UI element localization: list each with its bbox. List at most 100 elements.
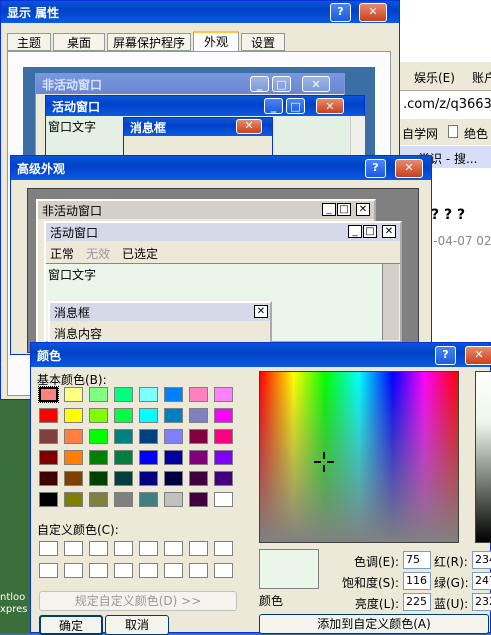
basic-color-swatch[interactable] <box>89 492 108 507</box>
basic-color-swatch[interactable] <box>139 492 158 507</box>
custom-color-swatch[interactable] <box>64 563 83 578</box>
custom-color-swatch[interactable] <box>214 541 233 556</box>
basic-color-swatch[interactable] <box>64 450 83 465</box>
basic-color-swatch[interactable] <box>39 429 58 444</box>
basic-color-swatch[interactable] <box>114 387 133 402</box>
basic-color-swatch[interactable] <box>64 492 83 507</box>
basic-color-swatch[interactable] <box>139 450 158 465</box>
basic-color-swatch[interactable] <box>164 450 183 465</box>
basic-color-swatch[interactable] <box>189 429 208 444</box>
basic-color-swatch[interactable] <box>89 450 108 465</box>
basic-color-swatch[interactable] <box>89 471 108 486</box>
basic-color-swatch[interactable] <box>164 429 183 444</box>
basic-color-swatch[interactable] <box>214 429 233 444</box>
basic-color-swatch[interactable] <box>189 408 208 423</box>
custom-color-swatch[interactable] <box>139 541 158 556</box>
basic-color-swatch[interactable] <box>39 471 58 486</box>
saturation-input[interactable]: 116 <box>403 572 431 590</box>
tab-settings[interactable]: 设置 <box>241 33 285 51</box>
basic-color-swatch[interactable] <box>39 450 58 465</box>
custom-color-swatch[interactable] <box>89 541 108 556</box>
basic-color-swatch[interactable] <box>114 492 133 507</box>
luminance-bar[interactable] <box>475 371 491 543</box>
menu-disabled[interactable]: 无效 <box>86 245 110 262</box>
help-button[interactable]: ? <box>330 3 351 22</box>
menu-selected[interactable]: 已选定 <box>122 245 158 262</box>
basic-color-swatch[interactable] <box>164 387 183 402</box>
basic-color-swatch[interactable] <box>214 492 233 507</box>
basic-color-swatch[interactable] <box>89 408 108 423</box>
basic-color-swatch[interactable] <box>114 471 133 486</box>
basic-color-swatch[interactable] <box>164 471 183 486</box>
tab-desktop[interactable]: 桌面 <box>53 33 105 51</box>
basic-color-swatch[interactable] <box>114 408 133 423</box>
tab-themes[interactable]: 主题 <box>7 33 51 51</box>
basic-color-swatch[interactable] <box>189 387 208 402</box>
basic-color-swatch[interactable] <box>189 492 208 507</box>
basic-color-swatch[interactable] <box>39 408 58 423</box>
basic-color-swatch[interactable] <box>38 386 59 403</box>
basic-color-swatch[interactable] <box>114 429 133 444</box>
close-button[interactable]: ✕ <box>395 159 423 178</box>
basic-color-swatch[interactable] <box>139 408 158 423</box>
add-to-custom-colors-button[interactable]: 添加到自定义颜色(A) <box>259 614 489 634</box>
cancel-button[interactable]: 取消 <box>105 615 169 635</box>
custom-color-swatch[interactable] <box>164 541 183 556</box>
basic-color-swatch[interactable] <box>64 429 83 444</box>
help-button[interactable]: ? <box>365 159 386 178</box>
basic-color-swatch[interactable] <box>214 450 233 465</box>
basic-color-swatch[interactable] <box>139 387 158 402</box>
custom-color-swatch[interactable] <box>139 563 158 578</box>
ok-button[interactable]: 确定 <box>39 615 103 635</box>
basic-color-swatch[interactable] <box>189 450 208 465</box>
basic-color-swatch[interactable] <box>164 492 183 507</box>
basic-color-swatch[interactable] <box>64 408 83 423</box>
custom-color-swatch[interactable] <box>114 563 133 578</box>
basic-color-swatch[interactable] <box>164 408 183 423</box>
blue-input[interactable]: 232 <box>472 593 491 611</box>
color-titlebar: 颜色 <box>31 343 490 367</box>
crosshair-icon[interactable] <box>314 452 334 472</box>
basic-color-swatch[interactable] <box>214 387 233 402</box>
menu-entertainment[interactable]: 娱乐(E) <box>414 69 455 86</box>
basic-color-swatch[interactable] <box>64 387 83 402</box>
luminance-input[interactable]: 225 <box>403 593 431 611</box>
basic-colors-label: 基本颜色(B): <box>37 373 107 387</box>
tab-appearance[interactable]: 外观 <box>193 31 239 52</box>
basic-color-swatch[interactable] <box>64 471 83 486</box>
custom-color-swatch[interactable] <box>189 563 208 578</box>
link-zixue[interactable]: 自学网 <box>402 125 438 142</box>
basic-color-swatch[interactable] <box>89 387 108 402</box>
red-input[interactable]: 234 <box>472 551 491 569</box>
close-button[interactable]: ✕ <box>465 346 491 365</box>
basic-color-swatch[interactable] <box>189 471 208 486</box>
basic-color-swatch[interactable] <box>139 429 158 444</box>
custom-color-swatch[interactable] <box>114 541 133 556</box>
color-spectrum[interactable] <box>259 371 459 543</box>
tab-screensaver[interactable]: 屏幕保护程序 <box>107 33 191 51</box>
custom-color-swatch[interactable] <box>189 541 208 556</box>
basic-color-swatch[interactable] <box>139 471 158 486</box>
help-button[interactable]: ? <box>435 346 456 365</box>
basic-color-swatch[interactable] <box>89 429 108 444</box>
basic-color-swatch[interactable] <box>214 471 233 486</box>
hue-input[interactable]: 75 <box>403 551 431 569</box>
color-dialog: 颜色 ? ✕ 基本颜色(B): 自定义颜色(C): 规定自定义颜色(D) >> … <box>30 342 491 635</box>
define-custom-colors-button[interactable]: 规定自定义颜色(D) >> <box>39 591 237 611</box>
green-input[interactable]: 247 <box>472 572 491 590</box>
custom-color-swatch[interactable] <box>164 563 183 578</box>
custom-color-swatch[interactable] <box>89 563 108 578</box>
custom-color-swatch[interactable] <box>214 563 233 578</box>
advanced-preview: 非活动窗口 _ □ ✕ 活动窗口 _ □ ✕ 正常 无效 已选定 窗口文字 消息… <box>27 188 419 353</box>
basic-color-swatch[interactable] <box>114 450 133 465</box>
link-juese[interactable]: 绝色 <box>464 125 488 142</box>
basic-color-swatch[interactable] <box>39 492 58 507</box>
close-button[interactable]: ✕ <box>359 3 387 22</box>
custom-color-swatch[interactable] <box>39 541 58 556</box>
custom-color-swatch[interactable] <box>39 563 58 578</box>
basic-color-swatch[interactable] <box>214 408 233 423</box>
address-bar[interactable]: .com/z/q36639 <box>400 90 491 118</box>
menu-account[interactable]: 账户 <box>472 69 491 86</box>
custom-color-swatch[interactable] <box>64 541 83 556</box>
menu-normal[interactable]: 正常 <box>50 245 74 262</box>
